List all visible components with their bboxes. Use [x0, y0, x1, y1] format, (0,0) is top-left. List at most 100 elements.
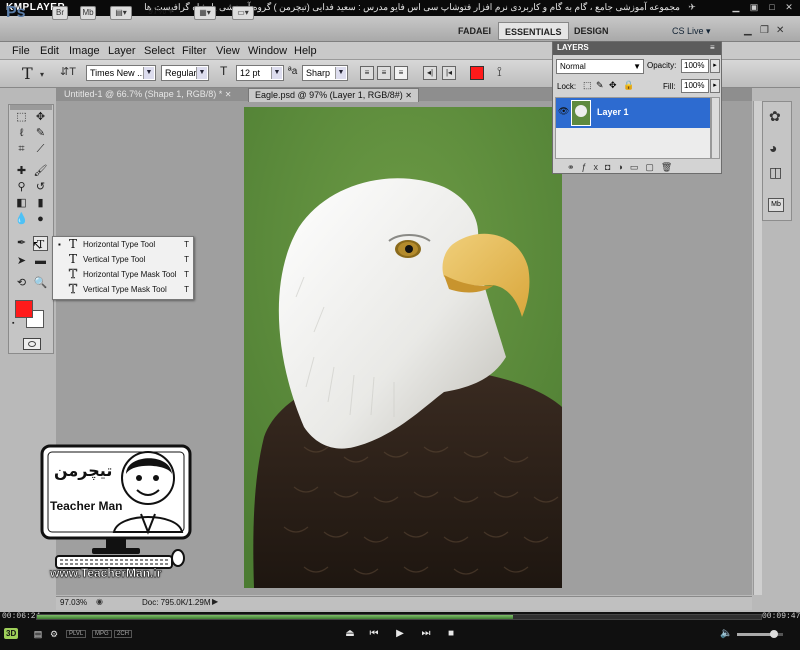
- lock-all-icon[interactable]: 🔒: [623, 80, 634, 91]
- opacity-input[interactable]: 100%: [681, 59, 709, 73]
- minibridge-button[interactable]: Mb: [80, 6, 96, 20]
- menu-layer[interactable]: Layer: [108, 45, 136, 57]
- tool-preset-icon[interactable]: T: [22, 64, 33, 83]
- workspace-essentials[interactable]: ESSENTIALS: [498, 22, 569, 40]
- stop-icon[interactable]: ■: [445, 628, 457, 640]
- lasso-tool-icon[interactable]: ℓ: [14, 126, 29, 141]
- crop-tool-icon[interactable]: ⌗: [14, 142, 29, 157]
- tool-preset-arrow-icon[interactable]: ▾: [40, 70, 44, 79]
- menu-file[interactable]: File: [12, 45, 30, 57]
- blur-tool-icon[interactable]: 💧: [14, 212, 29, 227]
- font-family-select[interactable]: Times New ... ▼: [86, 65, 156, 81]
- healing-brush-tool-icon[interactable]: ✚: [14, 164, 29, 179]
- previous-icon[interactable]: ⏮: [368, 628, 380, 640]
- color-panel-icon[interactable]: ✿: [769, 108, 781, 125]
- layer-name[interactable]: Layer 1: [597, 107, 629, 117]
- minimize-icon[interactable]: ▁: [730, 2, 742, 13]
- minibridge-panel-icon[interactable]: Mb: [768, 198, 784, 212]
- menu-help[interactable]: Help: [294, 45, 317, 57]
- marquee-tool-icon[interactable]: ⬚: [14, 110, 29, 125]
- zoom-tool-icon[interactable]: 🔍: [33, 276, 48, 291]
- font-size-select[interactable]: 12 pt ▼: [236, 65, 284, 81]
- quick-selection-tool-icon[interactable]: ✎: [33, 126, 48, 141]
- volume-knob[interactable]: [769, 630, 778, 638]
- layer-visibility-eye-icon[interactable]: 👁: [558, 106, 569, 117]
- 3d-rotate-tool-icon[interactable]: ⟲: [14, 276, 29, 291]
- align-left-icon[interactable]: ≡: [360, 66, 374, 80]
- align-center-icon[interactable]: ≡: [377, 66, 391, 80]
- eyedropper-tool-icon[interactable]: ⟋: [33, 142, 48, 157]
- extras-dropdown[interactable]: ▤▾: [110, 6, 132, 20]
- path-selection-tool-icon[interactable]: ➤: [14, 254, 29, 269]
- clone-stamp-tool-icon[interactable]: ⚲: [14, 180, 29, 195]
- app-close-icon[interactable]: ✕: [776, 25, 784, 36]
- skin-icon[interactable]: ▣: [748, 2, 760, 13]
- blend-mode-select[interactable]: Normal ▼: [556, 59, 644, 74]
- playlist-icon[interactable]: ▤: [32, 628, 44, 640]
- menu-edit[interactable]: Edit: [40, 45, 59, 57]
- warp-left-icon[interactable]: ◂|: [423, 66, 437, 80]
- maximize-icon[interactable]: □: [766, 2, 778, 13]
- vertical-scrollbar[interactable]: [753, 101, 762, 595]
- arrange-documents-dropdown[interactable]: ▦▾: [194, 6, 216, 20]
- app-minimize-icon[interactable]: ▁: [744, 25, 752, 36]
- eraser-tool-icon[interactable]: ◧: [14, 196, 29, 211]
- default-colors-icon[interactable]: ▪: [12, 320, 14, 327]
- lock-image-icon[interactable]: ✎: [596, 80, 604, 91]
- panel-menu-icon[interactable]: ≡: [710, 43, 715, 52]
- flyout-horizontal-type-mask-tool[interactable]: T Horizontal Type Mask Tool T: [53, 267, 193, 282]
- tab-eagle-psd[interactable]: Eagle.psd @ 97% (Layer 1, RGB/8#) ✕: [248, 88, 419, 102]
- play-icon[interactable]: ▶: [394, 628, 406, 640]
- status-menu-arrow-icon[interactable]: ▶: [212, 597, 218, 606]
- app-restore-icon[interactable]: ❐: [760, 25, 769, 36]
- gradient-tool-icon[interactable]: ▮: [33, 196, 48, 211]
- pen-tool-icon[interactable]: ✒: [14, 236, 29, 251]
- flyout-vertical-type-mask-tool[interactable]: T Vertical Type Mask Tool T: [53, 282, 193, 297]
- settings-icon[interactable]: ⚙: [48, 628, 60, 640]
- quick-mask-icon[interactable]: [23, 338, 41, 350]
- menu-image[interactable]: Image: [69, 45, 100, 57]
- adjustments-panel-icon[interactable]: ◕: [769, 140, 777, 156]
- next-icon[interactable]: ⏭: [420, 628, 432, 640]
- layers-panel-title[interactable]: LAYERS: [557, 43, 589, 52]
- layers-scrollbar[interactable]: [711, 97, 720, 159]
- fill-input[interactable]: 100%: [681, 79, 709, 93]
- workspace-design[interactable]: DESIGN: [568, 22, 615, 40]
- text-orientation-icon[interactable]: ⇵T: [60, 65, 76, 78]
- masks-panel-icon[interactable]: ◫: [769, 164, 782, 181]
- character-panel-icon[interactable]: ⟟: [497, 64, 502, 80]
- pin-icon[interactable]: ✈: [686, 2, 698, 13]
- foreground-color-swatch[interactable]: [15, 300, 33, 318]
- status-zoom[interactable]: 97.03%: [60, 598, 87, 607]
- screen-mode-dropdown[interactable]: ▭▾: [232, 6, 254, 20]
- workspace-fadaei[interactable]: FADAEI: [452, 22, 497, 40]
- menu-view[interactable]: View: [216, 45, 240, 57]
- menu-select[interactable]: Select: [144, 45, 175, 57]
- tab-close-icon[interactable]: ✕: [225, 90, 232, 99]
- mode-3d-badge[interactable]: 3D: [4, 628, 19, 639]
- brush-tool-icon[interactable]: 🖌: [33, 164, 48, 179]
- bridge-button[interactable]: Br: [52, 6, 68, 20]
- flyout-vertical-type-tool[interactable]: T Vertical Type Tool T: [53, 252, 193, 267]
- dodge-tool-icon[interactable]: ●: [33, 212, 48, 227]
- tab-untitled-1[interactable]: Untitled-1 @ 66.7% (Shape 1, RGB/8) * ✕: [58, 88, 237, 102]
- rectangle-tool-icon[interactable]: ▬: [33, 254, 48, 269]
- antialias-select[interactable]: Sharp ▼: [302, 65, 348, 81]
- fill-slider-arrow-icon[interactable]: ▸: [710, 79, 720, 93]
- font-style-select[interactable]: Regular ▼: [161, 65, 209, 81]
- layers-footer-icons[interactable]: ⚭ƒx◘◑▭▢🗑: [567, 162, 679, 173]
- history-brush-tool-icon[interactable]: ↺: [33, 180, 48, 195]
- menu-filter[interactable]: Filter: [182, 45, 206, 57]
- close-icon[interactable]: ✕: [783, 2, 795, 13]
- move-tool-icon[interactable]: ✥: [33, 110, 48, 125]
- status-info-icon[interactable]: ◉: [96, 597, 103, 606]
- cs-live-button[interactable]: CS Live ▾: [672, 26, 711, 37]
- zoom-dropdown[interactable]: 97% ▾: [148, 6, 173, 17]
- align-right-icon[interactable]: ≡: [394, 66, 408, 80]
- lock-transparent-icon[interactable]: ⬚: [583, 80, 592, 91]
- volume-icon[interactable]: 🔈: [720, 628, 732, 640]
- opacity-slider-arrow-icon[interactable]: ▸: [710, 59, 720, 73]
- text-color-swatch[interactable]: [470, 66, 484, 80]
- warp-text-icon[interactable]: |◂: [442, 66, 456, 80]
- tab-close-icon[interactable]: ✕: [405, 91, 412, 100]
